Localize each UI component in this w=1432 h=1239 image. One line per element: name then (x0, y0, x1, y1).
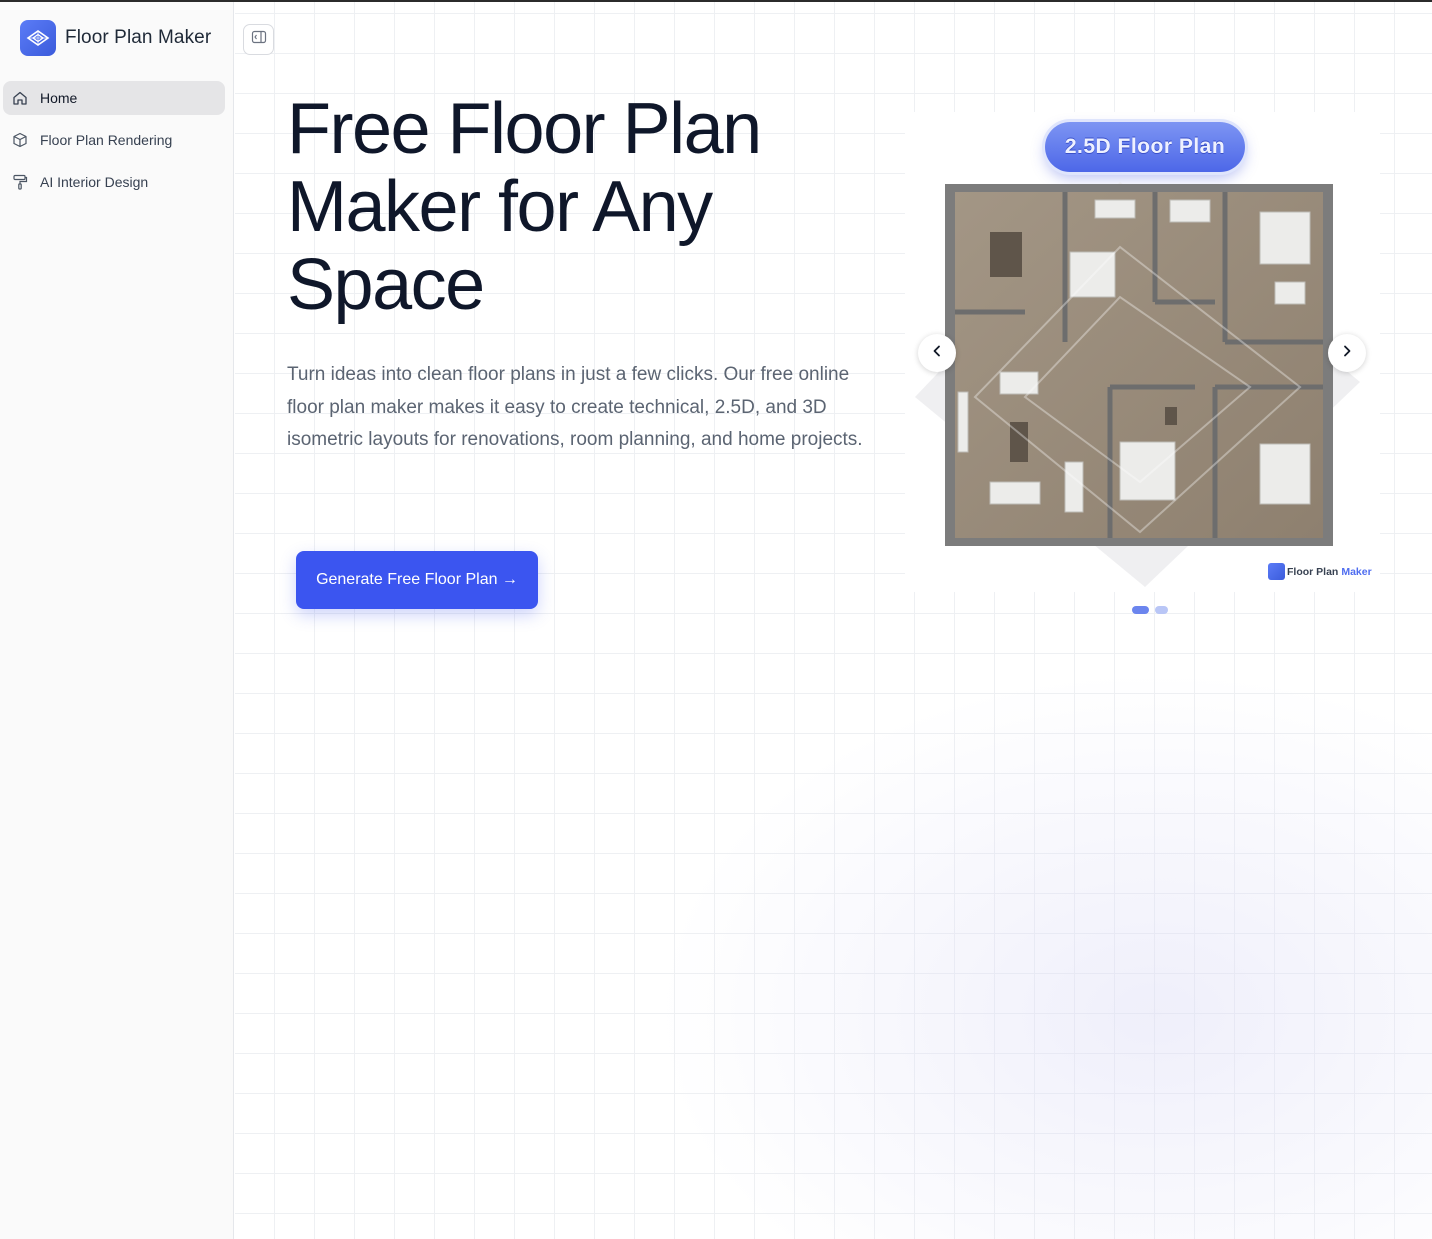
home-icon (12, 90, 28, 106)
sidebar-nav: Home Floor Plan Rendering AI Interior De… (3, 81, 225, 207)
paint-roller-icon (12, 174, 28, 190)
floor-plan-image (915, 182, 1360, 587)
watermark-accent: Maker (1341, 565, 1372, 578)
sidebar-item-label: Floor Plan Rendering (40, 132, 173, 148)
example-carousel: 2.5D Floor Plan Floor Plan Maker (905, 112, 1380, 592)
carousel-dot-2[interactable] (1155, 606, 1168, 614)
image-watermark: Floor Plan Maker (1268, 563, 1372, 580)
sidebar-item-floor-plan-rendering[interactable]: Floor Plan Rendering (3, 123, 225, 157)
brand-name: Floor Plan Maker (65, 27, 212, 48)
sidebar-item-label: AI Interior Design (40, 174, 149, 190)
hero-description: Turn ideas into clean floor plans in jus… (287, 364, 863, 450)
carousel-dot-1[interactable] (1132, 606, 1149, 614)
background-glow (615, 642, 1432, 1239)
logo-icon (20, 20, 56, 56)
main-content: Free Floor Plan Maker for Any Space Turn… (235, 2, 1432, 1239)
chevron-right-icon (1340, 344, 1354, 363)
carousel-prev-button[interactable] (918, 334, 956, 372)
slide-badge: 2.5D Floor Plan (1045, 122, 1245, 172)
carousel-next-button[interactable] (1328, 334, 1366, 372)
sidebar-item-ai-interior-design[interactable]: AI Interior Design (3, 165, 225, 199)
sidebar-item-home[interactable]: Home (3, 81, 225, 115)
page-title: Free Floor Plan Maker for Any Space (287, 89, 762, 325)
generate-floor-plan-button[interactable]: Generate Free Floor Plan → (296, 551, 538, 609)
carousel-indicators (1132, 606, 1168, 614)
cube-icon (12, 132, 28, 148)
brand[interactable]: Floor Plan Maker (20, 20, 211, 56)
sidebar-item-label: Home (40, 90, 78, 106)
chevron-left-icon (930, 344, 944, 363)
watermark-brand: Floor Plan (1287, 565, 1339, 578)
watermark-logo-icon (1268, 563, 1285, 580)
sidebar: Floor Plan Maker Home Floor Plan Renderi… (0, 2, 234, 1239)
sidebar-toggle-icon (251, 29, 267, 50)
sidebar-toggle-button[interactable] (243, 24, 274, 55)
